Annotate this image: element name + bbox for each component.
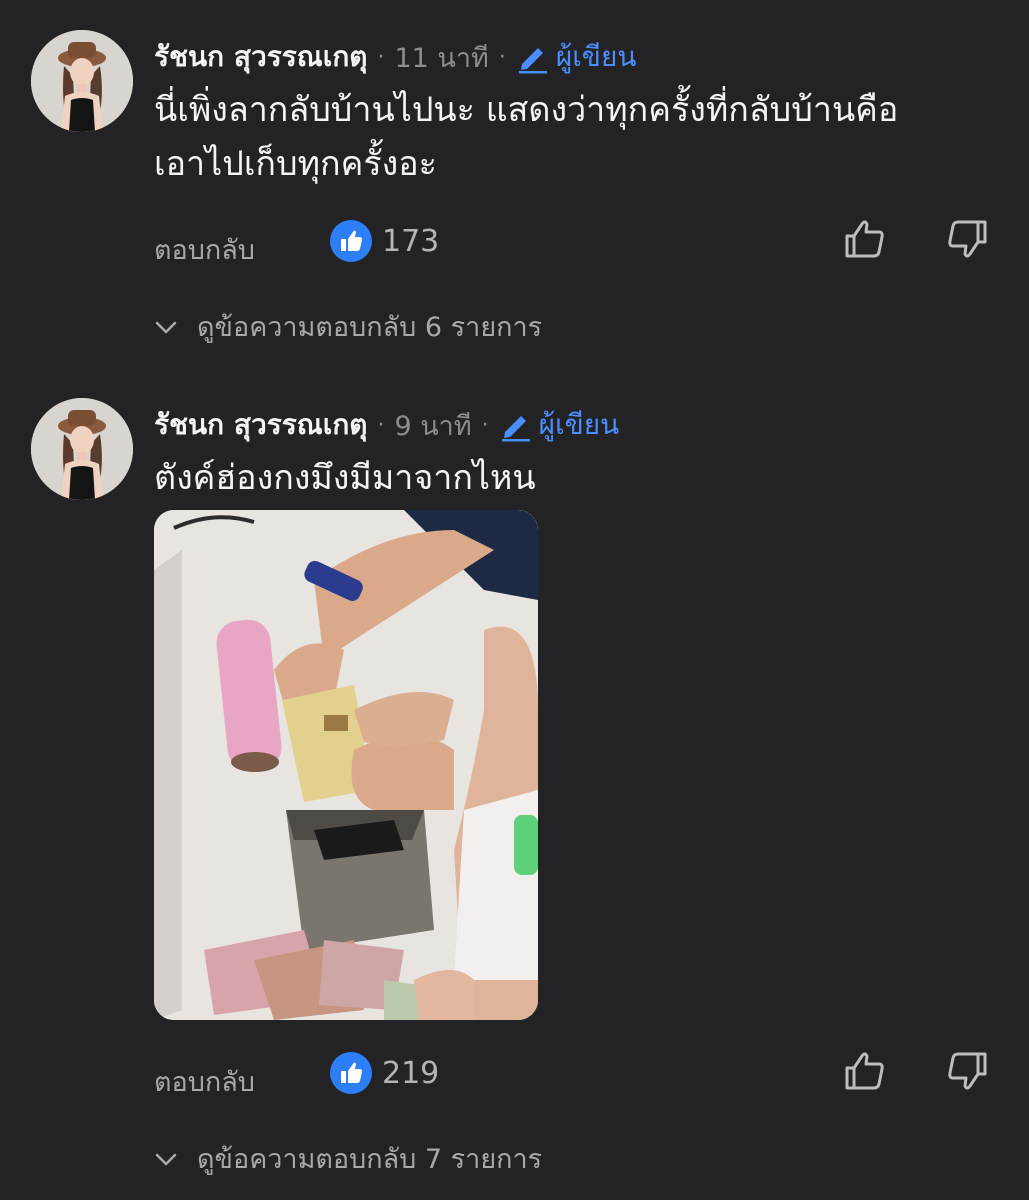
pencil-icon <box>518 48 547 74</box>
avatar[interactable] <box>31 398 133 500</box>
meta-separator: · <box>498 44 506 70</box>
like-badge <box>330 1052 372 1094</box>
like-badge <box>330 220 372 262</box>
comment-header: รัชนก สุวรรณเกตุ · 11 นาที · ผู้เขียน <box>154 37 637 77</box>
reply-button[interactable]: ตอบกลับ <box>154 1060 255 1103</box>
thumbs-up-outline-icon <box>845 1052 884 1090</box>
author-badge: ผู้เขียน <box>499 403 620 447</box>
comment-author[interactable]: รัชนก สุวรรณเกตุ <box>154 403 367 447</box>
thumbs-up-filled-icon <box>341 1062 362 1083</box>
chevron-down-icon <box>155 321 177 333</box>
author-label: ผู้เขียน <box>555 40 637 73</box>
author-badge: ผู้เขียน <box>516 35 637 79</box>
view-replies-label: ดูข้อความตอบกลับ 6 รายการ <box>197 312 543 343</box>
comment-text-line: ตังค์ฮ่องกงมึงมีมาจากไหน <box>154 458 536 498</box>
reply-button[interactable]: ตอบกลับ <box>154 228 255 271</box>
comment-time: 11 นาที <box>394 42 489 74</box>
thumbs-down-outline-icon <box>948 1052 987 1090</box>
comment-actions: ตอบกลับ 219 <box>154 1052 994 1102</box>
comment-text-line: เอาไปเก็บทุกครั้งอะ <box>154 144 437 184</box>
comment-header: รัชนก สุวรรณเกตุ · 9 นาที · ผู้เขียน <box>154 405 619 445</box>
pencil-icon <box>501 416 530 442</box>
view-replies-label: ดูข้อความตอบกลับ 7 รายการ <box>197 1144 543 1175</box>
dislike-button[interactable] <box>944 216 990 262</box>
comments-page: รัชนก สุวรรณเกตุ · 11 นาที · ผู้เขียน นี… <box>0 0 1029 1200</box>
like-button[interactable] <box>842 216 888 262</box>
like-count: 173 <box>382 224 440 259</box>
comment-time: 9 นาที <box>394 410 472 442</box>
comment-author[interactable]: รัชนก สุวรรณเกตุ <box>154 35 367 79</box>
avatar[interactable] <box>31 30 133 132</box>
like-count: 219 <box>382 1056 440 1091</box>
thumbs-up-filled-icon <box>341 230 362 251</box>
comment-actions: ตอบกลับ 173 <box>154 220 994 270</box>
meta-separator: · <box>481 412 489 438</box>
thumbs-up-outline-icon <box>845 220 884 258</box>
chevron-down-icon <box>155 1153 177 1165</box>
view-replies-toggle[interactable]: ดูข้อความตอบกลับ 6 รายการ <box>153 305 542 348</box>
attached-photo[interactable] <box>154 510 538 1020</box>
meta-separator: · <box>377 412 385 438</box>
comment-text-line: นี่เพิ่งลากลับบ้านไปนะ แสดงว่าทุกครั้งที… <box>154 90 899 130</box>
dislike-button[interactable] <box>944 1048 990 1094</box>
comment-text: นี่เพิ่งลากลับบ้านไปนะ แสดงว่าทุกครั้งที… <box>154 83 994 191</box>
like-button[interactable] <box>842 1048 888 1094</box>
thumbs-down-outline-icon <box>948 220 987 258</box>
author-label: ผู้เขียน <box>538 408 620 441</box>
meta-separator: · <box>377 44 385 70</box>
comment-text: ตังค์ฮ่องกงมึงมีมาจากไหน <box>154 451 994 505</box>
view-replies-toggle[interactable]: ดูข้อความตอบกลับ 7 รายการ <box>153 1137 542 1180</box>
